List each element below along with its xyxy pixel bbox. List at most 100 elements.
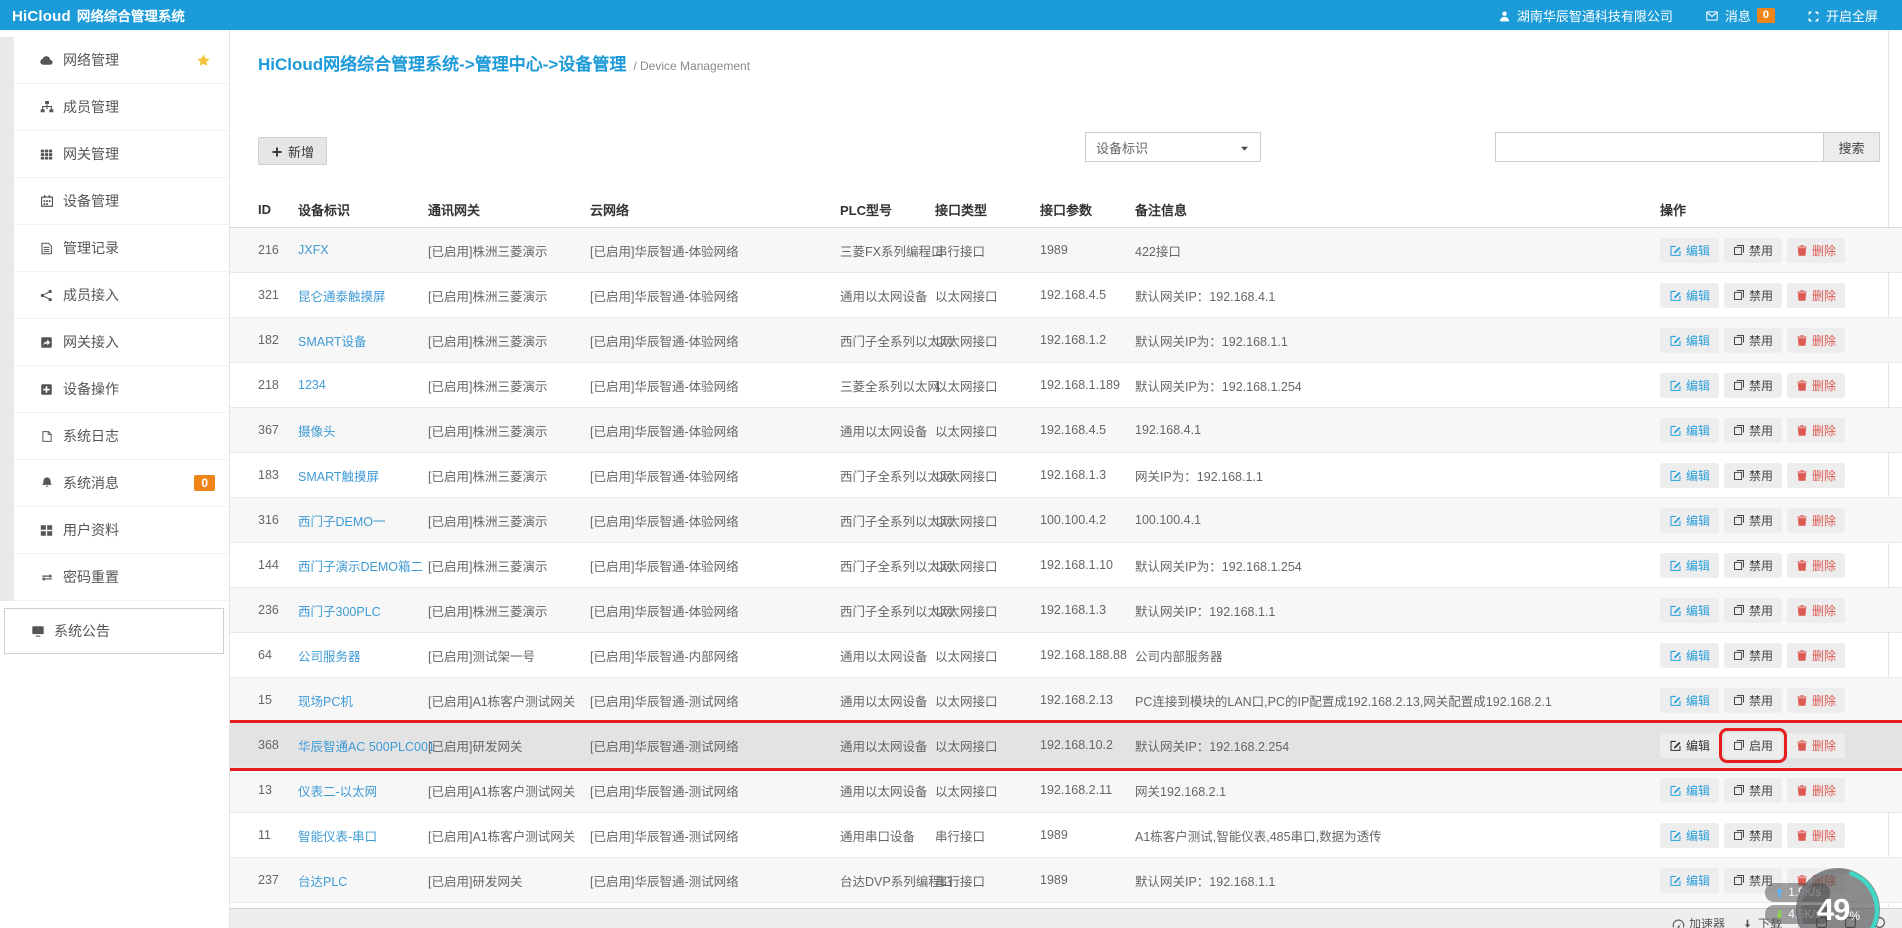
delete-button[interactable]: 删除 [1787, 642, 1846, 668]
device-link[interactable]: 公司服务器 [298, 650, 361, 664]
sidebar-item-12[interactable]: 系统日志 [14, 413, 229, 460]
download-icon [1741, 916, 1754, 928]
edit-button[interactable]: 编辑 [1660, 552, 1720, 578]
sidebar-item-8[interactable]: 管理记录 [14, 225, 229, 272]
cell-plc-model: 三菱全系列以太网 [840, 379, 941, 394]
device-link[interactable]: 华辰智通AC 500PLC001 [298, 740, 435, 754]
disable-button[interactable]: 禁用 [1724, 417, 1783, 443]
table-row-182: 182 SMART设备 [已启用]株洲三菱演示 [已启用]华辰智通-体验网络 西门子全系… [230, 318, 1902, 363]
disable-button[interactable]: 禁用 [1724, 552, 1783, 578]
trash-icon [1796, 604, 1808, 617]
delete-button[interactable]: 删除 [1787, 867, 1846, 893]
messages-menu[interactable]: 消息 0 [1705, 6, 1775, 25]
delete-button[interactable]: 删除 [1787, 282, 1846, 308]
delete-button[interactable]: 删除 [1787, 507, 1846, 533]
device-link[interactable]: 仪表二-以太网 [298, 785, 377, 799]
panel-button-3[interactable] [1873, 915, 1886, 928]
device-link[interactable]: SMART触摸屏 [298, 470, 379, 484]
sidebar-item-11[interactable]: 设备操作 [14, 366, 229, 413]
cell-note: 默认网关IP：192.168.2.254 [1135, 739, 1290, 754]
sidebar-item-3[interactable]: 网络管理 [14, 37, 229, 84]
delete-button[interactable]: 删除 [1787, 237, 1846, 263]
cell-id: 237 [258, 873, 279, 887]
sidebar-item-18[interactable]: 系统公告 [4, 608, 224, 654]
edit-button[interactable]: 编辑 [1660, 867, 1720, 893]
sidebar-item-4[interactable]: 成员管理 [14, 84, 229, 131]
edit-button[interactable]: 编辑 [1660, 237, 1720, 263]
cell-gateway: [已启用]株洲三菱演示 [428, 604, 548, 619]
disable-button[interactable]: 禁用 [1724, 327, 1783, 353]
sidebar-item-15[interactable]: 用户资料 [14, 507, 229, 554]
header-iftype: 接口类型 [935, 203, 988, 218]
disable-button[interactable]: 禁用 [1724, 642, 1783, 668]
disable-button[interactable]: 禁用 [1724, 237, 1783, 263]
delete-button[interactable]: 删除 [1787, 822, 1846, 848]
sidebar-item-6[interactable]: 设备管理 [14, 178, 229, 225]
sidebar-item-14[interactable]: 系统消息 0 [14, 460, 229, 507]
device-link[interactable]: SMART设备 [298, 335, 367, 349]
edit-button[interactable]: 编辑 [1660, 687, 1720, 713]
account-menu[interactable]: 湖南华辰智通科技有限公司 [1498, 6, 1673, 25]
delete-button[interactable]: 删除 [1787, 597, 1846, 623]
device-link[interactable]: 1234 [298, 378, 326, 392]
delete-button[interactable]: 删除 [1787, 372, 1846, 398]
disable-button[interactable]: 禁用 [1724, 372, 1783, 398]
table-row-15: 15 现场PC机 [已启用]A1栋客户测试网关 [已启用]华辰智通-测试网络 通用以太网… [230, 678, 1902, 723]
edit-button[interactable]: 编辑 [1660, 507, 1720, 533]
edit-button[interactable]: 编辑 [1660, 597, 1720, 623]
edit-button[interactable]: 编辑 [1660, 732, 1720, 758]
file-text-icon [38, 242, 55, 255]
enable-button[interactable]: 启用 [1719, 727, 1788, 763]
sidebar-item-10[interactable]: 网关接入 [14, 319, 229, 366]
cell-note: 422接口 [1135, 244, 1181, 259]
clone-icon [1733, 244, 1745, 256]
delete-button[interactable]: 删除 [1787, 687, 1846, 713]
disable-button[interactable]: 禁用 [1724, 867, 1783, 893]
disable-button[interactable]: 禁用 [1724, 597, 1783, 623]
disable-button[interactable]: 禁用 [1724, 462, 1783, 488]
sidebar-item-9[interactable]: 成员接入 [14, 272, 229, 319]
disable-button[interactable]: 禁用 [1724, 822, 1783, 848]
device-link[interactable]: 西门子DEMO一 [298, 515, 386, 529]
search-input[interactable] [1495, 132, 1823, 162]
device-link[interactable]: 台达PLC [298, 875, 347, 889]
delete-button[interactable]: 删除 [1787, 732, 1846, 758]
delete-button[interactable]: 删除 [1787, 462, 1846, 488]
sidebar-item-5[interactable]: 网关管理 [14, 131, 229, 178]
sidebar-item-16[interactable]: 密码重置 [14, 554, 229, 601]
disable-button[interactable]: 禁用 [1724, 282, 1783, 308]
edit-button[interactable]: 编辑 [1660, 462, 1720, 488]
device-link[interactable]: 西门子演示DEMO箱二 [298, 560, 423, 574]
download-button[interactable]: 下载 [1741, 915, 1782, 928]
edit-button[interactable]: 编辑 [1660, 777, 1720, 803]
delete-button[interactable]: 删除 [1787, 327, 1846, 353]
device-link[interactable]: JXFX [298, 243, 329, 257]
device-link[interactable]: 现场PC机 [298, 695, 353, 709]
filter-select[interactable]: 设备标识 [1085, 132, 1261, 162]
disable-button[interactable]: 禁用 [1724, 507, 1783, 533]
device-link[interactable]: 西门子300PLC [298, 605, 381, 619]
edit-button[interactable]: 编辑 [1660, 822, 1720, 848]
device-link[interactable]: 昆仑通泰触摸屏 [298, 290, 386, 304]
cell-note: 默认网关IP：192.168.1.1 [1135, 604, 1276, 619]
add-button[interactable]: 新增 [258, 137, 328, 165]
delete-button[interactable]: 删除 [1787, 777, 1846, 803]
edit-button[interactable]: 编辑 [1660, 372, 1720, 398]
edit-button[interactable]: 编辑 [1660, 417, 1720, 443]
main-content: HiCloud网络综合管理系统->管理中心->设备管理 / Device Man… [230, 30, 1902, 928]
device-link[interactable]: 摄像头 [298, 425, 336, 439]
panel-button-2[interactable] [1844, 915, 1857, 928]
edit-button[interactable]: 编辑 [1660, 282, 1720, 308]
device-link[interactable]: 智能仪表-串口 [298, 830, 377, 844]
delete-button[interactable]: 删除 [1787, 552, 1846, 578]
fullscreen-button[interactable]: 开启全屏 [1807, 6, 1878, 25]
disable-button[interactable]: 禁用 [1724, 687, 1783, 713]
search-button[interactable]: 搜索 [1823, 132, 1880, 162]
edit-icon [1669, 829, 1682, 842]
panel-button-1[interactable] [1815, 915, 1828, 928]
edit-button[interactable]: 编辑 [1660, 642, 1720, 668]
delete-button[interactable]: 删除 [1787, 417, 1846, 443]
disable-button[interactable]: 禁用 [1724, 777, 1783, 803]
edit-button[interactable]: 编辑 [1660, 327, 1720, 353]
accelerator-button[interactable]: 加速器 [1672, 915, 1725, 928]
